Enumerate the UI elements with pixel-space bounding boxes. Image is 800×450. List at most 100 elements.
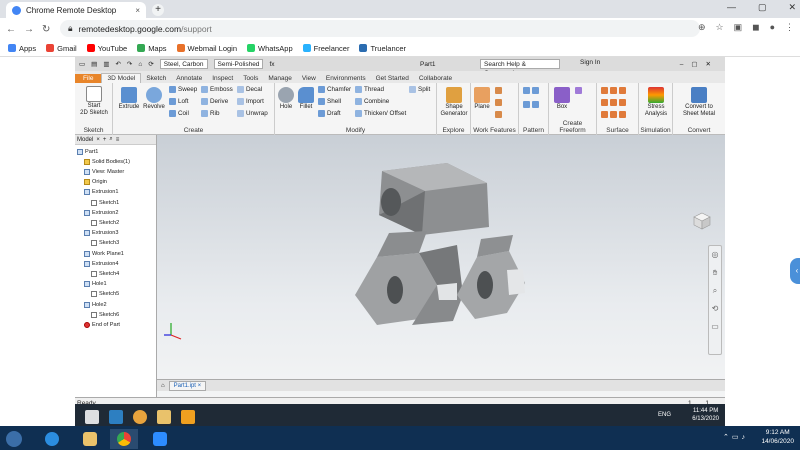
tree-node[interactable]: Sketch4 — [91, 269, 119, 278]
remote-options-tab[interactable]: ‹ — [790, 258, 800, 284]
tab-view[interactable]: View — [297, 74, 321, 83]
back-icon[interactable]: ← — [6, 24, 16, 35]
thicken-offset-button[interactable]: Thicken/ Offset — [355, 110, 406, 117]
combine-button[interactable]: Combine — [355, 98, 389, 105]
tree-node[interactable]: Sketch6 — [91, 310, 119, 319]
tab-sketch[interactable]: Sketch — [141, 74, 171, 83]
home-icon[interactable]: ⌂ — [138, 61, 142, 68]
local-tray-icons[interactable]: ⌃▭♪ — [723, 433, 748, 441]
tab-environments[interactable]: Environments — [321, 74, 371, 83]
view-cube[interactable] — [692, 211, 712, 231]
mirror-button[interactable] — [523, 101, 539, 108]
tab-get-started[interactable]: Get Started — [371, 74, 414, 83]
star-icon[interactable]: ☆ — [715, 22, 723, 33]
plane-button[interactable]: Plane — [473, 87, 491, 111]
remote-chrome-icon[interactable] — [133, 409, 147, 424]
coil-button[interactable]: Coil — [169, 110, 189, 117]
tree-node[interactable]: Extrusion2 — [84, 208, 118, 217]
shell-button[interactable]: Shell — [318, 98, 341, 105]
draft-button[interactable]: Draft — [318, 110, 341, 117]
browser-search-icon[interactable]: ⌕ — [109, 136, 112, 143]
bookmark-gmail[interactable]: Gmail — [46, 44, 77, 53]
fillet-button[interactable]: Fillet — [296, 87, 316, 111]
rib-button[interactable]: Rib — [201, 110, 219, 117]
tree-node[interactable]: Extrusion3 — [84, 229, 118, 238]
ie-app[interactable] — [38, 429, 66, 449]
tab-close-icon[interactable]: × — [135, 6, 140, 15]
look-at-icon[interactable]: ▭ — [709, 318, 721, 336]
tree-node[interactable]: Work Plane1 — [84, 249, 124, 258]
browser-close-icon[interactable]: × — [96, 137, 100, 143]
close-window-icon[interactable]: ✕ — [788, 2, 796, 13]
emboss-button[interactable]: Emboss — [201, 86, 233, 93]
update-icon[interactable]: ⟳ — [148, 60, 153, 68]
appearance-select[interactable]: Semi-Polished — [213, 59, 264, 69]
address-bar[interactable]: 🔒︎ remotedesktop.google.com/support — [60, 20, 700, 37]
rect-pattern-button[interactable] — [523, 87, 539, 94]
surface-tools-row2[interactable] — [601, 99, 626, 106]
loft-button[interactable]: Loft — [169, 98, 189, 105]
document-tab-part1[interactable]: Part1.ipt × — [168, 380, 207, 391]
zoom-app[interactable] — [146, 429, 174, 449]
tree-node[interactable]: Extrusion4 — [84, 259, 118, 268]
tree-node[interactable]: Extrusion1 — [84, 188, 118, 197]
remote-explorer-icon[interactable] — [157, 409, 171, 424]
bookmark-apps[interactable]: Apps — [8, 44, 36, 53]
browser-tab[interactable]: Chrome Remote Desktop × — [6, 2, 146, 18]
stress-analysis-button[interactable]: Stress Analysis — [641, 87, 671, 118]
redo-icon[interactable]: ↷ — [127, 60, 132, 68]
pan-icon[interactable]: ✋︎ — [709, 264, 721, 282]
tree-node[interactable]: End of Part — [84, 320, 120, 329]
fx-icon[interactable]: fx — [269, 61, 274, 68]
start-2d-sketch-button[interactable]: Start 2D Sketch — [78, 86, 110, 117]
decal-button[interactable]: Decal — [237, 86, 262, 93]
box-button[interactable]: Box — [553, 87, 571, 111]
remote-language[interactable]: ENG — [658, 412, 671, 418]
tree-node[interactable]: Sketch3 — [91, 239, 119, 248]
add-icon[interactable]: ⊕ — [698, 22, 706, 33]
tree-node[interactable]: Hole1 — [84, 280, 107, 289]
tab-collaborate[interactable]: Collaborate — [414, 74, 457, 83]
hole-button[interactable]: Hole — [277, 87, 295, 111]
profile-icon[interactable]: ● — [770, 22, 775, 33]
tree-node[interactable]: View: Master — [84, 167, 124, 176]
chrome-app[interactable] — [110, 429, 138, 449]
material-select[interactable]: Steel, Carbon — [159, 59, 208, 69]
tree-node[interactable]: Sketch2 — [91, 218, 119, 227]
surface-tools-row3[interactable] — [601, 111, 626, 118]
tab-inspect[interactable]: Inspect — [207, 74, 238, 83]
open-icon[interactable]: ▤ — [91, 60, 97, 68]
extension-icon[interactable]: ▣ — [734, 22, 743, 33]
maximize-icon[interactable]: ▢ — [758, 2, 767, 13]
point-button[interactable] — [495, 99, 502, 106]
tree-node[interactable]: Origin — [84, 178, 107, 187]
axis-button[interactable] — [495, 87, 502, 94]
zoom-icon[interactable]: ⌕ — [709, 282, 721, 300]
tab-tools[interactable]: Tools — [238, 74, 263, 83]
explorer-app[interactable] — [76, 429, 104, 449]
browser-add-icon[interactable]: + — [103, 137, 107, 143]
tab-3d-model[interactable]: 3D Model — [101, 73, 142, 83]
bookmark-truelancer[interactable]: Truelancer — [359, 44, 406, 53]
split-button[interactable]: Split — [409, 86, 430, 93]
inventor-window-controls[interactable]: –▢✕ — [680, 60, 719, 68]
sweep-button[interactable]: Sweep — [169, 86, 197, 93]
save-icon[interactable]: ▥ — [103, 60, 109, 68]
minimize-icon[interactable]: — — [727, 2, 736, 13]
bookmark-webmail-login[interactable]: Webmail Login — [176, 44, 237, 53]
tab-file[interactable]: File — [75, 74, 102, 83]
graphics-viewport[interactable]: ◎ ✋︎ ⌕ ⟲ ▭ — [157, 135, 725, 397]
sign-in-link[interactable]: Sign In — [580, 59, 600, 66]
shape-generator-button[interactable]: Shape Generator — [439, 87, 469, 118]
new-icon[interactable]: ▭ — [79, 60, 85, 68]
remote-clock[interactable]: 11:44 PM 6/13/2020 — [692, 407, 719, 423]
bookmark-youtube[interactable]: YouTube — [86, 44, 127, 53]
remote-mail-icon[interactable] — [109, 409, 123, 424]
convert-to-sheet-metal-button[interactable]: Convert to Sheet Metal — [675, 87, 723, 118]
tree-node[interactable]: Sketch5 — [91, 290, 119, 299]
doc-tab-close-icon[interactable]: × — [198, 383, 202, 389]
remote-start-icon[interactable] — [85, 409, 99, 424]
help-search-input[interactable]: Search Help & Commands... — [480, 59, 560, 77]
freeform-tools[interactable] — [575, 87, 582, 94]
remote-inventor-icon[interactable] — [181, 409, 195, 424]
